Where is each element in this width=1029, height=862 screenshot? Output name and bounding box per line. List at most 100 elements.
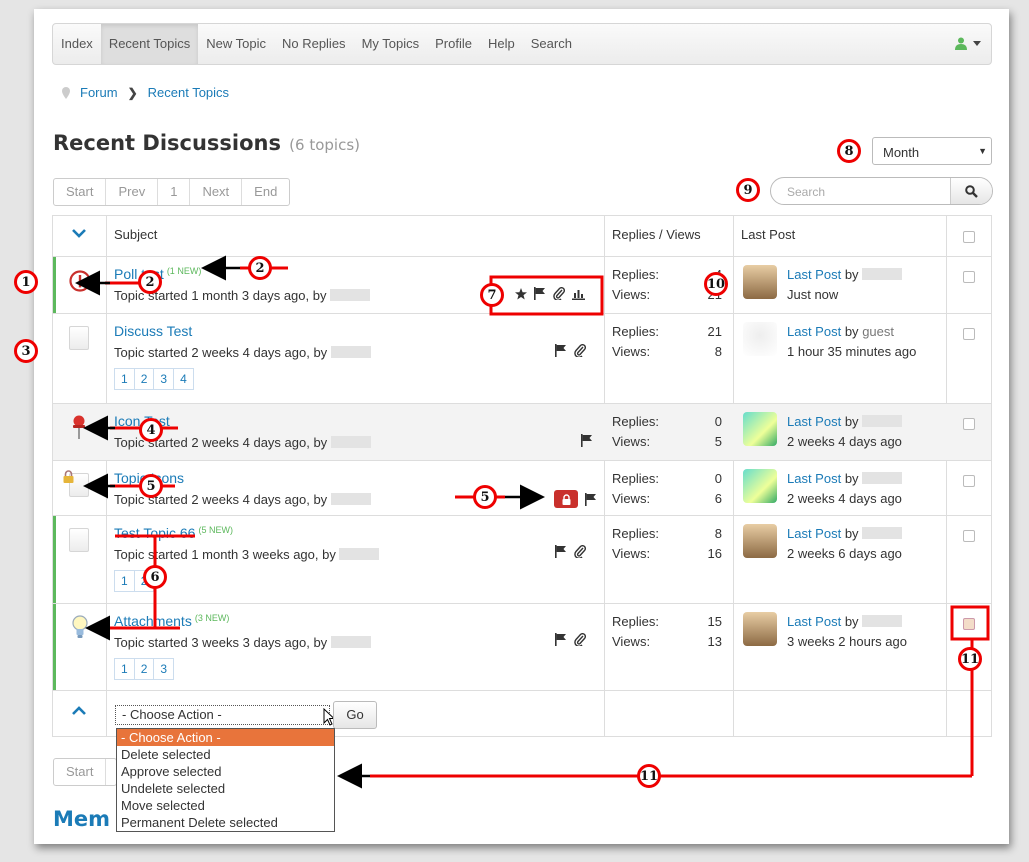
select-arrow-icon: ▼ [978,146,987,156]
breadcrumb-forum[interactable]: Forum [80,85,118,100]
nav-index[interactable]: Index [53,24,101,64]
replies-views: Replies: 15 Views: 13 [612,612,724,652]
action-option[interactable]: Move selected [117,797,334,814]
topic-pages: 1 2 3 [114,658,371,680]
page-link[interactable]: 3 [153,368,175,390]
avatar[interactable] [743,524,777,558]
forum-page: Index Recent Topics New Topic No Replies… [34,9,1009,844]
breadcrumb-recent-topics[interactable]: Recent Topics [148,85,229,100]
nav-my-topics[interactable]: My Topics [354,24,428,64]
topic-icons [555,633,586,646]
topic-icons [555,545,586,558]
time-filter-select[interactable]: Month ▼ [872,137,992,165]
page-link[interactable]: 1 [114,368,135,390]
caret-down-icon [973,41,981,46]
exclamation-icon [69,270,91,292]
last-post-link[interactable]: Last Post [787,414,841,429]
time-filter-value: Month [883,145,920,160]
pager-end[interactable]: End [242,179,289,205]
action-option[interactable]: Delete selected [117,746,334,763]
flag-icon [555,633,566,646]
topic-title[interactable]: Discuss Test [114,323,192,339]
row-checkbox-checked[interactable] [963,618,975,630]
last-post-link[interactable]: Last Post [787,267,841,282]
nav-help[interactable]: Help [480,24,523,64]
select-all-checkbox[interactable] [963,231,975,243]
avatar[interactable] [743,612,777,646]
page-link[interactable]: 2 [133,368,155,390]
collapse-chevron-down-icon[interactable] [72,229,86,238]
page-link[interactable]: 1 [114,570,135,592]
nav-profile[interactable]: Profile [427,24,480,64]
new-badge[interactable]: (1 NEW) [167,266,202,276]
nav-recent-topics[interactable]: Recent Topics [100,24,199,64]
last-post-link[interactable]: Last Post [787,614,841,629]
avatar-placeholder[interactable] [743,322,777,356]
go-button[interactable]: Go [333,701,377,729]
last-post-link[interactable]: Last Post [787,526,841,541]
views-count: 6 [714,491,722,506]
search-button[interactable] [950,178,992,204]
action-option[interactable]: - Choose Action - [117,729,334,746]
replies-count: 15 [707,614,722,629]
last-post-info: Last Post by 2 weeks 6 days ago [787,524,903,564]
star-icon [515,287,527,299]
pager-start[interactable]: Start [54,179,107,205]
paperclip-icon [574,633,586,646]
page-link[interactable]: 3 [153,658,175,680]
action-dropdown-list: - Choose Action - Delete selected Approv… [116,728,335,832]
pager-prev[interactable]: Prev [106,179,159,205]
paperclip-icon [574,545,586,558]
topic-title[interactable]: Attachments [114,613,192,629]
search-icon [965,184,978,198]
nav-new-topic[interactable]: New Topic [198,24,274,64]
search-input[interactable]: Search [787,185,825,199]
lightbulb-icon [72,615,88,638]
last-post-info: Last Post by 2 weeks 4 days ago [787,412,903,452]
top-navbar: Index Recent Topics New Topic No Replies… [52,23,992,65]
topic-pages: 1 2 3 4 [114,368,371,390]
nav-search[interactable]: Search [523,24,580,64]
pager-page[interactable]: 1 [158,179,191,205]
bulk-action-select[interactable]: - Choose Action - [115,705,330,725]
avatar[interactable] [743,469,777,503]
flag-icon [555,344,566,357]
views-count: 16 [707,546,722,561]
replies-views: Replies: 0 Views: 6 [612,469,724,509]
user-menu[interactable] [955,37,981,50]
annotation-marker: 4 [139,418,163,442]
pager-next[interactable]: Next [190,179,243,205]
page-link[interactable]: 1 [114,658,135,680]
pagination-top: Start Prev 1 Next End [53,178,291,206]
last-post-link[interactable]: Last Post [787,471,841,486]
page-link[interactable]: 4 [173,368,194,390]
action-option[interactable]: Permanent Delete selected [117,814,334,831]
row-checkbox[interactable] [963,328,975,340]
replies-count: 0 [714,414,722,429]
avatar[interactable] [743,412,777,446]
expand-chevron-up-icon[interactable] [72,706,86,715]
last-post-info: Last Post by 3 weeks 2 hours ago [787,612,907,652]
topic-icons [515,287,585,300]
row-checkbox[interactable] [963,530,975,542]
pager-start-bottom[interactable]: Start [54,759,107,785]
row-checkbox[interactable] [963,271,975,283]
new-badge[interactable]: (3 NEW) [195,613,230,623]
topic-meta: Topic started 1 month 3 weeks ago, by [114,547,380,562]
action-option[interactable]: Approve selected [117,763,334,780]
last-post-user[interactable]: guest [862,324,894,339]
page-link[interactable]: 2 [133,658,155,680]
new-badge[interactable]: (5 NEW) [198,525,233,535]
row-checkbox[interactable] [963,475,975,487]
topic-title[interactable]: Test Topic 66 [114,525,195,541]
column-last-post: Last Post [741,227,796,242]
nav-no-replies[interactable]: No Replies [274,24,354,64]
last-post-link[interactable]: Last Post [787,324,841,339]
action-option[interactable]: Undelete selected [117,780,334,797]
avatar[interactable] [743,265,777,299]
row-checkbox[interactable] [963,418,975,430]
topic-icons [554,490,597,508]
table-row: Discuss Test Topic started 2 weeks 4 day… [53,314,991,403]
annotation-marker: 5 [139,474,163,498]
locked-badge [554,490,578,508]
